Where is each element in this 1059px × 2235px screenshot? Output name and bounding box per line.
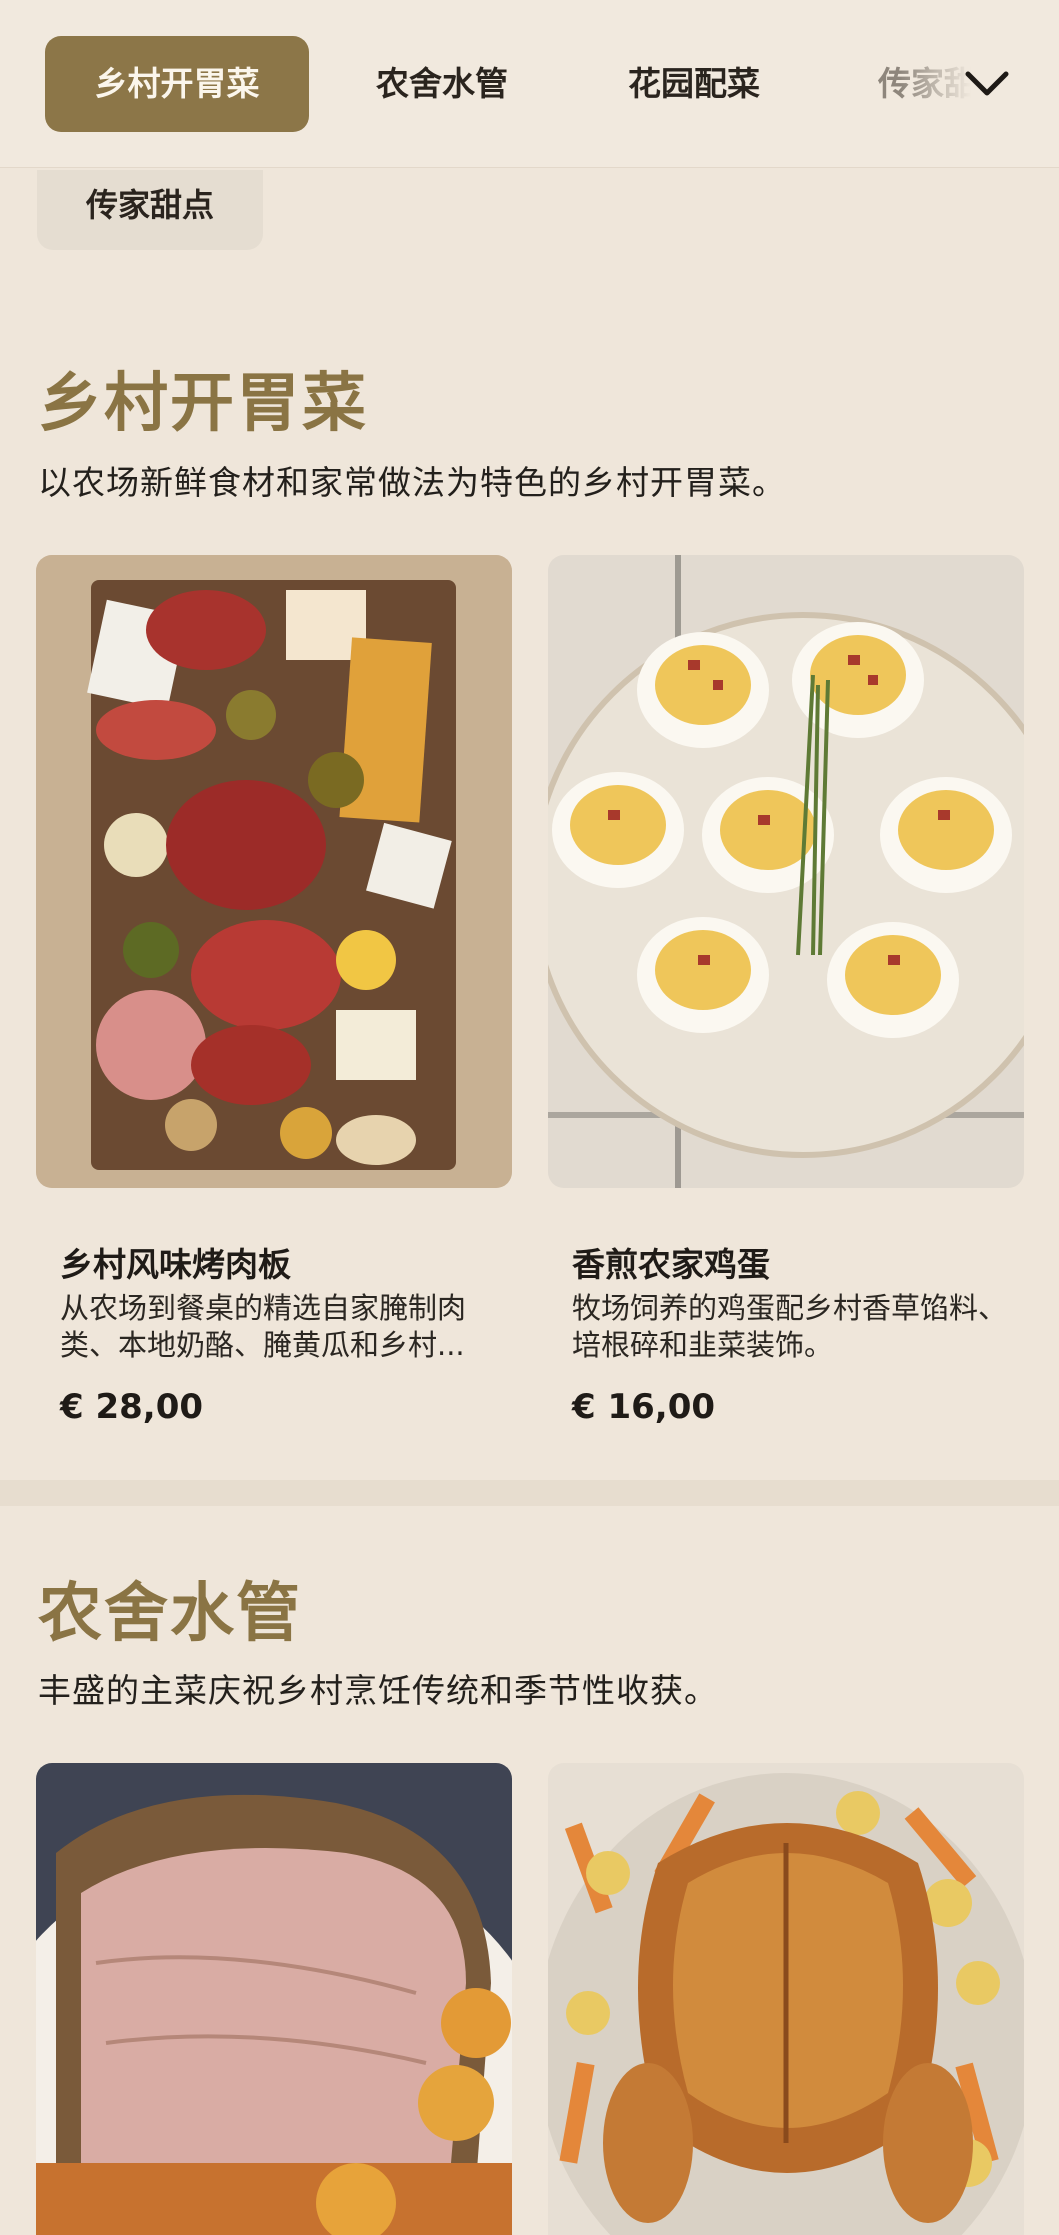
tab-heirloom-desserts-wrapped[interactable]: 传家甜点	[37, 170, 263, 250]
tab-garden-sides[interactable]: 花园配菜	[628, 36, 760, 132]
dish-price-deviled-eggs: € 16,00	[572, 1387, 716, 1427]
chevron-down-icon[interactable]	[962, 62, 1012, 106]
dish-name-charcuterie: 乡村风味烤肉板	[60, 1245, 291, 1284]
section-description-mains: 丰盛的主菜庆祝乡村烹饪传统和季节性收获。	[38, 1671, 718, 1710]
section-divider	[0, 1480, 1059, 1506]
charcuterie-board-image[interactable]	[36, 555, 512, 1188]
deviled-eggs-image[interactable]	[548, 555, 1024, 1188]
dish-description-charcuterie: 从农场到餐桌的精选自家腌制肉类、本地奶酪、腌黄瓜和乡村...	[60, 1291, 467, 1362]
section-title-mains: 农舍水管	[38, 1577, 302, 1651]
dish-description-deviled-eggs: 牧场饲养的鸡蛋配乡村香草馅料、培根碎和韭菜装饰。	[572, 1291, 1008, 1362]
roast-chicken-image[interactable]	[548, 1763, 1024, 2235]
dish-name-deviled-eggs: 香煎农家鸡蛋	[572, 1245, 770, 1284]
tab-farmhouse-mains[interactable]: 农舍水管	[376, 36, 508, 132]
section-description-appetizers: 以农场新鲜食材和家常做法为特色的乡村开胃菜。	[38, 463, 786, 502]
roast-pork-image[interactable]	[36, 1763, 512, 2235]
tab-rustic-appetizers[interactable]: 乡村开胃菜	[45, 36, 309, 132]
category-tab-bar: 乡村开胃菜 农舍水管 花园配菜 传家甜点	[0, 0, 1059, 168]
dish-price-charcuterie: € 28,00	[60, 1387, 204, 1427]
section-title-appetizers: 乡村开胃菜	[38, 367, 368, 441]
